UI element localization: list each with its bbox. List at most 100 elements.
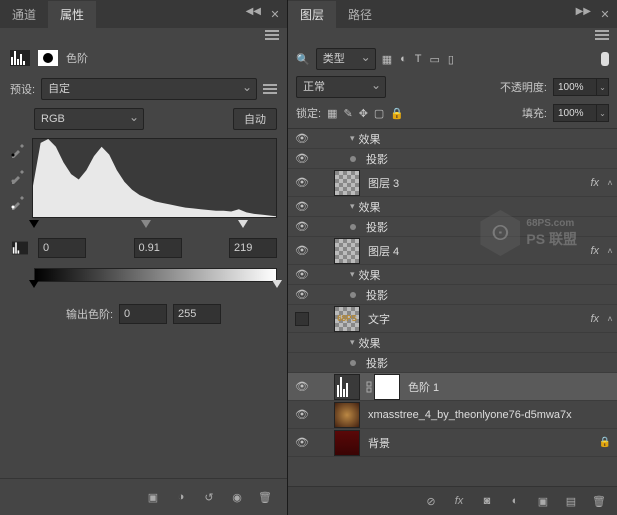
layer-row-text[interactable]: 68PS 文字 fx ˄ — [288, 305, 617, 333]
eye-icon[interactable]: 👁 — [295, 436, 309, 449]
layer-thumb[interactable] — [334, 430, 360, 456]
layer-row-background[interactable]: 👁 背景 🔒 — [288, 429, 617, 457]
eye-icon[interactable]: 👁 — [295, 408, 309, 421]
tab-paths[interactable]: 路径 — [336, 1, 384, 28]
chevron-up-icon[interactable]: ˄ — [603, 246, 617, 256]
channel-select[interactable]: RGB — [34, 108, 144, 130]
tab-properties[interactable]: 属性 — [48, 1, 96, 28]
layer-thumb[interactable]: 68PS — [334, 306, 360, 332]
add-mask-icon[interactable]: ◙ — [479, 493, 495, 509]
panel-menu-icon[interactable] — [595, 30, 609, 40]
output-white-slider[interactable] — [272, 280, 282, 288]
eye-icon[interactable]: 👁 — [295, 132, 309, 145]
collapse-icon[interactable]: ◀◀ — [246, 6, 261, 22]
lock-artboard-icon[interactable]: ▢ — [374, 107, 384, 120]
preset-menu-icon[interactable] — [263, 84, 277, 94]
input-white-slider[interactable] — [238, 220, 248, 228]
trash-icon[interactable]: 🗑 — [591, 493, 607, 509]
trash-icon[interactable]: 🗑 — [257, 489, 273, 505]
filter-shape-icon[interactable]: ▭ — [430, 53, 440, 66]
tab-channel[interactable]: 通道 — [0, 1, 48, 28]
layer-thumb[interactable] — [334, 238, 360, 264]
layer-row-xmas[interactable]: 👁 xmasstree_4_by_theonlyone76-d5mwa7x — [288, 401, 617, 429]
blend-mode-select[interactable]: 正常 — [296, 76, 386, 98]
fx-badge[interactable]: fx — [590, 245, 603, 257]
effects-row[interactable]: 👁 ▾ 效果 — [288, 129, 617, 149]
lock-all-icon[interactable]: 🔒 — [390, 107, 404, 120]
layer-row-levels1[interactable]: 👁 色阶 1 — [288, 373, 617, 401]
reset-icon[interactable]: ↺ — [201, 489, 217, 505]
lock-pixels-icon[interactable]: ✎ — [343, 107, 352, 120]
effects-row[interactable]: 👁 ▾ 效果 — [288, 197, 617, 217]
layer-name[interactable]: 色阶 1 — [404, 379, 617, 395]
filter-smart-icon[interactable]: ▯ — [448, 53, 454, 66]
filter-text-icon[interactable]: T — [415, 53, 422, 65]
lock-transparency-icon[interactable]: ▦ — [327, 107, 337, 120]
input-black-field[interactable] — [38, 238, 86, 258]
input-mid-slider[interactable] — [141, 220, 151, 228]
lock-icon[interactable]: 🔒 — [599, 437, 617, 448]
eye-icon[interactable]: 👁 — [295, 200, 309, 213]
new-adjustment-icon[interactable]: ◐ — [507, 493, 523, 509]
previous-icon[interactable]: ◑ — [173, 489, 189, 505]
output-black-field[interactable] — [119, 304, 167, 324]
visibility-icon[interactable]: ◉ — [229, 489, 245, 505]
eye-icon[interactable]: 👁 — [295, 268, 309, 281]
output-white-field[interactable] — [173, 304, 221, 324]
eye-icon[interactable]: 👁 — [295, 244, 309, 257]
tab-layers[interactable]: 图层 — [288, 1, 336, 28]
collapse-icon[interactable]: ▶▶ — [576, 6, 591, 22]
layer-thumb[interactable] — [334, 402, 360, 428]
effect-drop-shadow[interactable]: 👁 投影 — [288, 217, 617, 237]
layer-row-layer3[interactable]: 👁 图层 3 fx ˄ — [288, 169, 617, 197]
opacity-arrow-icon[interactable]: ⌄ — [597, 78, 609, 96]
clip-icon[interactable]: ▣ — [145, 489, 161, 505]
eyedropper-gray-icon[interactable] — [10, 168, 26, 184]
layer-name[interactable]: 背景 — [364, 435, 599, 451]
effect-drop-shadow[interactable]: 👁 投影 — [288, 285, 617, 305]
new-layer-icon[interactable]: ▤ — [563, 493, 579, 509]
filter-toggle-icon[interactable] — [601, 52, 609, 66]
eye-icon[interactable]: 👁 — [295, 220, 309, 233]
auto-button[interactable]: 自动 — [233, 108, 277, 130]
output-black-slider[interactable] — [29, 280, 39, 288]
layer-name[interactable]: xmasstree_4_by_theonlyone76-d5mwa7x — [364, 409, 617, 421]
link-icon[interactable] — [364, 381, 374, 393]
chevron-up-icon[interactable]: ˄ — [603, 314, 617, 324]
eye-icon[interactable]: 👁 — [295, 380, 309, 393]
fill-field[interactable] — [553, 104, 597, 122]
preset-select[interactable]: 自定 — [41, 78, 257, 100]
mask-thumb[interactable] — [374, 374, 400, 400]
eyedropper-white-icon[interactable] — [10, 194, 26, 210]
input-black-slider[interactable] — [29, 220, 39, 228]
link-layers-icon[interactable]: ⊘ — [423, 493, 439, 509]
fx-badge[interactable]: fx — [590, 177, 603, 189]
eye-icon[interactable]: 👁 — [295, 152, 309, 165]
filter-adjust-icon[interactable]: ◐ — [400, 53, 407, 65]
panel-menu-icon[interactable] — [265, 30, 279, 40]
effects-row[interactable]: 👁 ▾ 效果 — [288, 265, 617, 285]
lock-position-icon[interactable]: ✥ — [359, 107, 368, 120]
layer-name[interactable]: 图层 3 — [364, 175, 590, 191]
filter-type-select[interactable]: 类型 — [316, 48, 376, 70]
layer-row-layer4[interactable]: 👁 图层 4 fx ˄ — [288, 237, 617, 265]
close-icon[interactable]: ✕ — [597, 6, 613, 22]
adjustment-thumb[interactable] — [334, 374, 360, 400]
new-group-icon[interactable]: ▣ — [535, 493, 551, 509]
fill-arrow-icon[interactable]: ⌄ — [597, 104, 609, 122]
input-slider-track[interactable] — [34, 222, 277, 234]
input-mid-field[interactable] — [134, 238, 182, 258]
layer-name[interactable]: 文字 — [364, 311, 590, 327]
output-slider-track[interactable] — [34, 282, 277, 294]
input-white-field[interactable] — [229, 238, 277, 258]
eye-icon[interactable]: 👁 — [295, 176, 309, 189]
effects-row[interactable]: ▾ 效果 — [288, 333, 617, 353]
layer-fx-icon[interactable]: fx — [451, 493, 467, 509]
fx-badge[interactable]: fx — [590, 313, 603, 325]
eyedropper-black-icon[interactable] — [10, 142, 26, 158]
layer-thumb[interactable] — [334, 170, 360, 196]
eye-icon[interactable]: 👁 — [295, 288, 309, 301]
filter-pixel-icon[interactable]: ▦ — [382, 53, 392, 66]
opacity-field[interactable] — [553, 78, 597, 96]
search-icon[interactable]: 🔍 — [296, 53, 310, 66]
